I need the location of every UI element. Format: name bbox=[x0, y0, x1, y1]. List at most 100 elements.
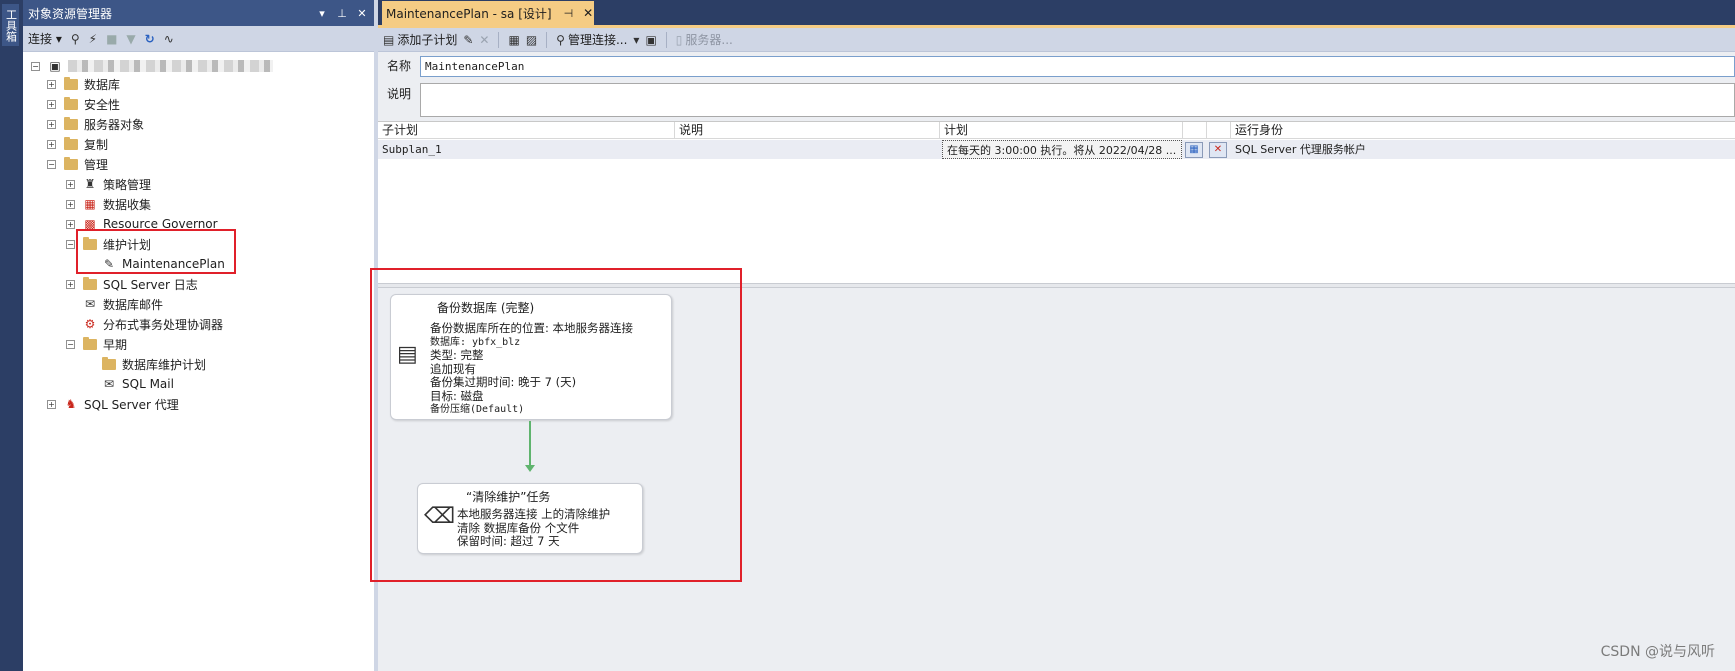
subplan-name-cell[interactable]: Subplan_1 bbox=[378, 140, 675, 159]
column-header-run-as[interactable]: 运行身份 bbox=[1231, 122, 1735, 139]
tree-node-label: 服务器对象 bbox=[84, 117, 145, 132]
document-tab-maintenanceplan[interactable]: MaintenancePlan - sa [设计] ⊣ ✕ bbox=[382, 1, 594, 25]
folder-icon bbox=[83, 336, 97, 350]
tree-node-security[interactable]: + 安全性 bbox=[47, 95, 120, 113]
tree-node-policy-management[interactable]: + ♜ 策略管理 bbox=[66, 175, 151, 193]
backup-task-title: 备份数据库 (完整) bbox=[437, 301, 535, 315]
refresh-icon[interactable]: ↻ bbox=[145, 32, 155, 46]
expander-placeholder bbox=[85, 360, 94, 369]
servers-icon: ▯ bbox=[675, 32, 683, 47]
tree-node-maintenance-plans[interactable]: − 维护计划 bbox=[66, 235, 151, 253]
backup-detail-line: 类型: 完整 bbox=[430, 348, 484, 362]
remove-schedule-icon[interactable]: ▨ bbox=[526, 33, 537, 47]
tree-node-database-mail[interactable]: ✉ 数据库邮件 bbox=[66, 295, 163, 313]
activity-monitor-icon[interactable]: ∿ bbox=[164, 32, 174, 46]
expander-icon[interactable]: − bbox=[66, 239, 75, 249]
toolbar-separator bbox=[665, 31, 667, 48]
filter-icon[interactable]: ▼ bbox=[126, 32, 135, 46]
manage-connections-button[interactable]: 管理连接... bbox=[568, 31, 627, 48]
tree-node-resource-governor[interactable]: + ▩ Resource Governor bbox=[66, 215, 218, 233]
expander-icon[interactable]: + bbox=[47, 139, 56, 149]
window-position-dropdown-icon[interactable]: ▾ bbox=[314, 7, 330, 20]
disconnect-icon[interactable]: ⚡ bbox=[89, 32, 97, 46]
tree-node-sql-mail[interactable]: ✉ SQL Mail bbox=[85, 375, 174, 393]
connect-button[interactable]: 连接 ▾ bbox=[28, 30, 62, 47]
expander-icon[interactable]: + bbox=[66, 199, 75, 209]
subplan-schedule-cell[interactable]: 在每天的 3:00:00 执行。将从 2022/04/28 ... bbox=[942, 140, 1182, 159]
connect-object-icon[interactable]: ⚲ bbox=[71, 32, 80, 46]
subplan-schedule-icon[interactable]: ▦ bbox=[508, 33, 519, 47]
tree-node-db-maintenance-plans[interactable]: 数据库维护计划 bbox=[85, 355, 206, 373]
folder-icon bbox=[64, 156, 78, 170]
expander-placeholder bbox=[85, 260, 94, 269]
tree-node-label: 复制 bbox=[84, 137, 109, 152]
expander-placeholder bbox=[66, 300, 75, 309]
expander-icon[interactable]: − bbox=[31, 61, 40, 71]
server-name-redacted bbox=[68, 60, 273, 72]
column-header-description[interactable]: 说明 bbox=[675, 122, 940, 139]
add-subplan-button[interactable]: 添加子计划 bbox=[397, 31, 457, 48]
expander-placeholder bbox=[85, 380, 94, 389]
stop-icon[interactable]: ■ bbox=[106, 32, 117, 46]
tree-node-data-collection[interactable]: + ▦ 数据收集 bbox=[66, 195, 151, 213]
folder-icon bbox=[64, 136, 78, 150]
close-tab-icon[interactable]: ✕ bbox=[583, 6, 593, 20]
tree-node-management[interactable]: − 管理 bbox=[47, 155, 108, 173]
policy-icon: ♜ bbox=[84, 177, 96, 191]
expander-icon[interactable]: + bbox=[47, 79, 56, 89]
sql-agent-icon: ♞ bbox=[65, 397, 77, 411]
document-tab-title: MaintenancePlan - sa [设计] bbox=[386, 6, 552, 21]
tree-node-dtc[interactable]: ⚙ 分布式事务处理协调器 bbox=[66, 315, 223, 333]
table-row[interactable]: Subplan_1 在每天的 3:00:00 执行。将从 2022/04/28 … bbox=[378, 140, 1735, 159]
expander-icon[interactable]: − bbox=[66, 339, 75, 349]
tree-node-replication[interactable]: + 复制 bbox=[47, 135, 108, 153]
pin-tab-icon[interactable]: ⊣ bbox=[564, 7, 574, 20]
tree-node-maintenanceplan[interactable]: ✎ MaintenancePlan bbox=[85, 255, 225, 273]
pin-icon[interactable]: ⊥ bbox=[334, 7, 350, 20]
remove-schedule-icon[interactable]: ✕ bbox=[1209, 142, 1227, 158]
dropdown-arrow-icon[interactable]: ▾ bbox=[633, 33, 639, 47]
subplan-properties-icon[interactable]: ✎ bbox=[463, 33, 473, 47]
expander-icon[interactable]: − bbox=[47, 159, 56, 169]
tree-node-label: 管理 bbox=[84, 157, 109, 172]
subplan-run-as-cell[interactable]: SQL Server 代理服务帐户 bbox=[1231, 140, 1735, 159]
column-header-schedule-btn bbox=[1183, 122, 1207, 139]
toolbox-tab[interactable]: 工具箱 bbox=[2, 4, 19, 46]
expander-icon[interactable]: + bbox=[47, 99, 56, 109]
maintenance-plan-icon: ✎ bbox=[103, 257, 115, 271]
toolbar-separator bbox=[546, 31, 548, 48]
backup-detail-line: 备份数据库所在的位置: 本地服务器连接 bbox=[430, 321, 634, 335]
document-tab-strip: MaintenancePlan - sa [设计] ⊣ ✕ bbox=[378, 0, 1735, 25]
servers-button[interactable]: 服务器... bbox=[685, 31, 732, 48]
expander-icon[interactable]: + bbox=[47, 399, 56, 409]
tree-node-label: SQL Mail bbox=[122, 377, 174, 391]
tree-node-server-objects[interactable]: + 服务器对象 bbox=[47, 115, 144, 133]
subplan-description-cell[interactable] bbox=[675, 140, 940, 159]
expander-icon[interactable]: + bbox=[66, 219, 75, 229]
subplan-grid: 子计划 说明 计划 运行身份 Subplan_1 在每天的 3:00:00 执行… bbox=[378, 121, 1735, 283]
tree-node-label: MaintenancePlan bbox=[122, 257, 225, 271]
designer-canvas[interactable]: 备份数据库 (完整) ▤ 备份数据库所在的位置: 本地服务器连接 数据库: yb… bbox=[370, 268, 1735, 671]
plan-description-input[interactable] bbox=[420, 83, 1735, 117]
backup-detail-line: 备份压缩(Default) bbox=[430, 404, 525, 415]
expander-placeholder bbox=[66, 320, 75, 329]
column-header-subplan[interactable]: 子计划 bbox=[378, 122, 675, 139]
tree-node-sql-server-agent[interactable]: + ♞ SQL Server 代理 bbox=[47, 395, 179, 413]
expander-icon[interactable]: + bbox=[66, 279, 75, 289]
object-explorer-panel: 对象资源管理器 ▾ ⊥ ✕ 连接 ▾ ⚲ ⚡ ■ ▼ ↻ ∿ − ▣ + 数据库… bbox=[23, 0, 374, 671]
cleanup-maintenance-task[interactable]: “清除维护”任务 ⌫ 本地服务器连接 上的清除维护 清除 数据库备份 个文件 保… bbox=[417, 483, 643, 554]
plan-name-input[interactable]: MaintenancePlan bbox=[420, 56, 1735, 77]
reporting-logging-icon[interactable]: ▣ bbox=[645, 33, 656, 47]
edit-schedule-calendar-icon[interactable]: ▦ bbox=[1185, 142, 1203, 158]
delete-subplan-icon[interactable]: ✕ bbox=[479, 33, 489, 47]
tree-node-legacy[interactable]: − 早期 bbox=[66, 335, 127, 353]
column-header-schedule[interactable]: 计划 bbox=[940, 122, 1183, 139]
expander-icon[interactable]: + bbox=[66, 179, 75, 189]
precedence-constraint-line[interactable] bbox=[529, 421, 531, 466]
backup-database-task[interactable]: 备份数据库 (完整) ▤ 备份数据库所在的位置: 本地服务器连接 数据库: yb… bbox=[390, 294, 672, 420]
tree-node-databases[interactable]: + 数据库 bbox=[47, 75, 120, 93]
close-icon[interactable]: ✕ bbox=[354, 7, 370, 20]
tree-node-sql-server-logs[interactable]: + SQL Server 日志 bbox=[66, 275, 198, 293]
tree-server-root[interactable]: − ▣ bbox=[31, 57, 273, 75]
expander-icon[interactable]: + bbox=[47, 119, 56, 129]
